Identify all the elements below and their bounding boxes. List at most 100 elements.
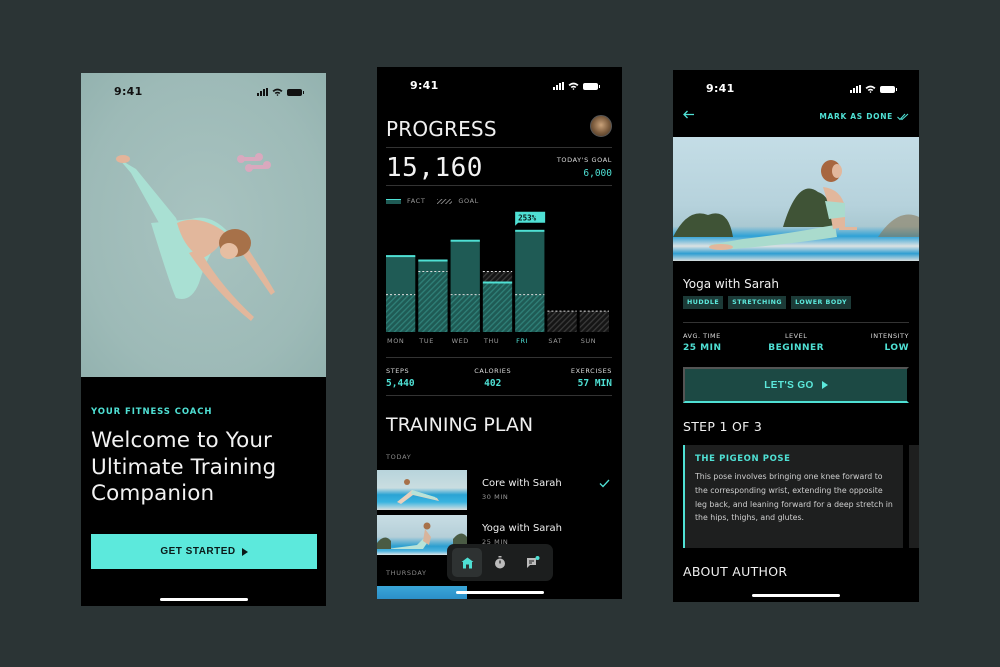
- section-label-thursday: THURSDAY: [386, 569, 427, 577]
- hero-illustration: [116, 153, 275, 321]
- lets-go-button[interactable]: LET'S GO: [683, 367, 909, 403]
- status-bar: 9:41: [377, 79, 622, 95]
- step-heading: THE PIGEON POSE: [695, 454, 791, 464]
- play-arrow-icon: [821, 381, 828, 389]
- lets-go-label: LET'S GO: [764, 379, 814, 391]
- bar-goal-sat: [547, 311, 577, 332]
- welcome-title: Welcome to Your Ultimate Training Compan…: [91, 428, 277, 506]
- battery-icon: [287, 88, 304, 96]
- completed-check-icon: [599, 479, 610, 488]
- x-tick-label: SAT: [548, 337, 562, 345]
- mark-as-done-button[interactable]: MARK AS DONE: [819, 112, 909, 121]
- signal-icon: [257, 88, 268, 96]
- about-author-title: ABOUT AUTHOR: [683, 564, 788, 579]
- home-indicator[interactable]: [752, 594, 840, 597]
- section-label-today: TODAY: [386, 453, 412, 461]
- page-title: PROGRESS: [386, 117, 497, 141]
- nav-home[interactable]: [452, 548, 483, 577]
- total-steps-value: 15,160: [386, 153, 483, 183]
- bar-top-mon: [386, 255, 416, 258]
- wifi-icon: [568, 82, 579, 90]
- stat-label: CALORIES: [474, 367, 512, 375]
- progress-screen: 9:41 PROGRESS 15,160 TODAY'S GOAL 6,000 …: [377, 67, 622, 599]
- workout-title: Yoga with Sarah: [482, 523, 562, 534]
- stat-value: 5,440: [386, 378, 415, 389]
- bar-fact-hatched-thu: [482, 282, 513, 332]
- bar-fact-hatched-tue: [418, 271, 448, 332]
- meta-value: 25 MIN: [683, 343, 722, 353]
- legend-goal-label: GOAL: [458, 197, 479, 205]
- legend-goal-swatch: [437, 198, 453, 204]
- divider: [386, 185, 612, 186]
- x-tick-label: TUE: [418, 337, 434, 345]
- steps-bar-chart: MON TUE WED THU FRI SAT SUN 253%: [386, 211, 609, 345]
- bar-top-fri: [515, 229, 545, 232]
- get-started-label: GET STARTED: [160, 546, 236, 557]
- divider: [386, 395, 612, 396]
- status-time: 9:41: [114, 85, 143, 98]
- tag[interactable]: HUDDLE: [683, 296, 724, 309]
- percentage-label: 253%: [518, 213, 537, 222]
- nav-chat[interactable]: [518, 548, 548, 577]
- eyebrow-label: YOUR FITNESS COACH: [91, 407, 213, 417]
- home-indicator[interactable]: [159, 598, 248, 601]
- home-icon: [461, 557, 474, 568]
- bar-fact-tue: [418, 260, 448, 272]
- bar-goal-sun: [579, 311, 609, 332]
- bar-top-thu: [482, 281, 513, 284]
- bottom-navigation: [447, 544, 553, 581]
- workout-duration: 30 MIN: [482, 493, 509, 501]
- stat-label: EXERCISES: [570, 367, 612, 375]
- stat-calories: CALORIES 402: [474, 367, 511, 389]
- stat-exercises: EXERCISES 57 MIN: [571, 367, 612, 389]
- bar-fact-wed: [450, 240, 480, 295]
- meta-level: LEVEL BEGINNER: [768, 332, 824, 353]
- meta-value: LOW: [884, 343, 909, 353]
- x-tick-label: WED: [452, 337, 469, 345]
- status-time: 9:41: [706, 82, 735, 95]
- user-avatar[interactable]: [590, 115, 612, 137]
- divider: [386, 147, 612, 148]
- next-step-card-peek[interactable]: [909, 445, 919, 548]
- back-arrow-icon[interactable]: [683, 110, 695, 119]
- get-started-button[interactable]: GET STARTED: [91, 534, 317, 569]
- tag[interactable]: STRETCHING: [728, 296, 787, 309]
- bar-top-tue: [418, 259, 448, 262]
- goal-value: 6,000: [583, 168, 612, 179]
- workout-title: Core with Sarah: [482, 478, 562, 489]
- meta-label: LEVEL: [784, 332, 808, 340]
- workout-title: Yoga with Sarah: [683, 277, 779, 291]
- x-tick-label: SUN: [581, 337, 597, 345]
- status-bar: 9:41: [81, 85, 326, 101]
- nav-timer[interactable]: [485, 548, 515, 577]
- stat-value: 57 MIN: [577, 378, 612, 389]
- bar-fact-hatched-wed: [450, 294, 480, 332]
- workout-hero-photo: [673, 137, 919, 261]
- home-indicator[interactable]: [455, 591, 544, 594]
- step-card[interactable]: THE PIGEON POSE This pose involves bring…: [683, 445, 903, 548]
- stat-value: 402: [484, 378, 502, 389]
- tag[interactable]: LOWER BODY: [791, 296, 852, 309]
- meta-intensity: INTENSITY LOW: [871, 332, 909, 353]
- battery-icon: [880, 85, 897, 93]
- step-description: This pose involves bringing one knee for…: [695, 472, 893, 523]
- divider: [683, 322, 909, 323]
- x-tick-label: FRI: [516, 337, 528, 345]
- workout-thumbnail[interactable]: [377, 586, 467, 599]
- bar-goal-remaining-thu: [482, 271, 513, 283]
- legend-fact-swatch: [386, 198, 401, 204]
- stat-label: STEPS: [386, 367, 410, 375]
- bar-fact-fri: [515, 230, 545, 295]
- workout-thumbnail: [377, 470, 467, 510]
- battery-icon: [583, 82, 600, 90]
- x-tick-label: THU: [483, 337, 499, 345]
- signal-icon: [850, 85, 861, 93]
- bar-fact-hatched-fri: [515, 294, 545, 332]
- meta-label: INTENSITY: [870, 332, 909, 340]
- daily-stats: STEPS 5,440 CALORIES 402 EXERCISES 57 MI…: [386, 367, 612, 389]
- double-check-icon: [897, 113, 909, 120]
- divider: [386, 357, 612, 358]
- meta-avg-time: AVG. TIME 25 MIN: [683, 332, 722, 353]
- wifi-icon: [865, 85, 876, 93]
- legend-fact-label: FACT: [407, 197, 426, 205]
